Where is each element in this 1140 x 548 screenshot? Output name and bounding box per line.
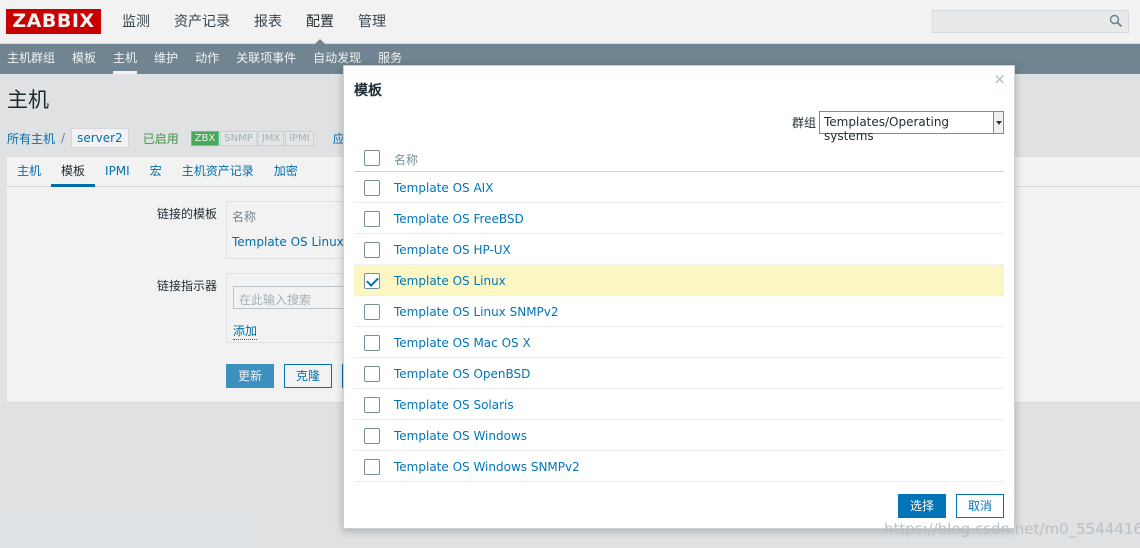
template-checkbox-checked[interactable]	[364, 273, 380, 289]
template-row: Template OS Linux SNMPv2	[354, 296, 1004, 327]
template-list-header: 名称	[354, 142, 1004, 172]
dialog-title: 模板	[354, 83, 382, 99]
template-name-link[interactable]: Template OS Mac OS X	[394, 336, 531, 350]
group-select[interactable]: Templates/Operating systems	[819, 111, 1004, 143]
template-checkbox[interactable]	[364, 242, 380, 258]
template-checkbox[interactable]	[364, 304, 380, 320]
chevron-down-icon[interactable]	[993, 112, 1003, 133]
template-checkbox[interactable]	[364, 366, 380, 382]
template-name-link[interactable]: Template OS Linux	[394, 274, 506, 288]
template-name-link[interactable]: Template OS HP-UX	[394, 243, 511, 257]
group-select-value: Templates/Operating systems	[824, 115, 950, 143]
group-label: 群组	[792, 116, 817, 130]
template-row: Template OS Windows SNMPv2	[354, 451, 1004, 482]
template-checkbox[interactable]	[364, 335, 380, 351]
template-select-dialog: 模板 × 群组 Templates/Operating systems 名称 T…	[343, 65, 1015, 529]
template-name-link[interactable]: Template OS Windows SNMPv2	[394, 460, 580, 474]
template-checkbox[interactable]	[364, 397, 380, 413]
template-row: Template OS HP-UX	[354, 234, 1004, 265]
template-checkbox[interactable]	[364, 459, 380, 475]
template-name-link[interactable]: Template OS FreeBSD	[394, 212, 524, 226]
template-name-link[interactable]: Template OS AIX	[394, 181, 493, 195]
template-row: Template OS Windows	[354, 420, 1004, 451]
template-row: Template OS Solaris	[354, 389, 1004, 420]
template-row: Template OS FreeBSD	[354, 203, 1004, 234]
template-checkbox[interactable]	[364, 428, 380, 444]
watermark: https://blog.csdn.net/m0_55444160	[884, 520, 1140, 538]
template-row: Template OS OpenBSD	[354, 358, 1004, 389]
template-checkbox[interactable]	[364, 180, 380, 196]
cancel-button[interactable]: 取消	[956, 494, 1004, 518]
template-checkbox[interactable]	[364, 211, 380, 227]
template-name-link[interactable]: Template OS Linux SNMPv2	[394, 305, 559, 319]
template-list: 名称 Template OS AIX Template OS FreeBSD T…	[354, 142, 1004, 482]
template-row: Template OS AIX	[354, 172, 1004, 203]
select-all-checkbox[interactable]	[364, 150, 380, 166]
select-button[interactable]: 选择	[898, 494, 946, 518]
template-name-link[interactable]: Template OS Solaris	[394, 398, 514, 412]
close-icon[interactable]: ×	[993, 70, 1006, 88]
column-name-header: 名称	[394, 153, 419, 167]
template-row-selected: Template OS Linux	[354, 265, 1004, 296]
template-name-link[interactable]: Template OS Windows	[394, 429, 527, 443]
template-row: Template OS Mac OS X	[354, 327, 1004, 358]
template-name-link[interactable]: Template OS OpenBSD	[394, 367, 530, 381]
